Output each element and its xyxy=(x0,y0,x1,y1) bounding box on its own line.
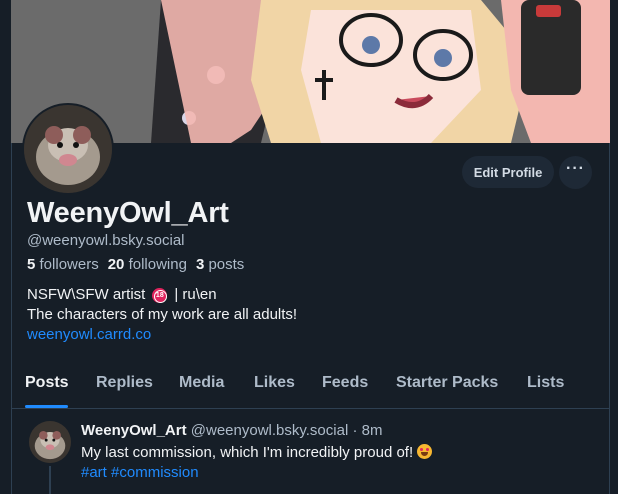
post-author-name[interactable]: WeenyOwl_Art xyxy=(81,422,187,439)
tab-lists[interactable]: Lists xyxy=(527,374,564,392)
profile-avatar[interactable] xyxy=(22,103,114,195)
post-hashtags[interactable]: #art #commission xyxy=(81,463,199,483)
tab-posts[interactable]: Posts xyxy=(25,374,69,392)
profile-handle: @weenyowl.bsky.social xyxy=(27,232,185,249)
column-border-left xyxy=(11,143,12,494)
profile-display-name: WeenyOwl_Art xyxy=(27,197,229,229)
post-author-handle[interactable]: @weenyowl.bsky.social xyxy=(191,422,349,439)
tab-replies[interactable]: Replies xyxy=(96,374,153,392)
posts-count: 3 xyxy=(195,256,205,273)
profile-stats: 5 followers 20 following 3 posts xyxy=(27,256,244,273)
bio-text-part2: | ru\en xyxy=(174,286,217,303)
tab-media[interactable]: Media xyxy=(179,374,224,392)
tabs-divider xyxy=(11,408,610,409)
following-count: 20 xyxy=(107,256,125,273)
edit-profile-label: Edit Profile xyxy=(473,164,543,180)
tab-likes[interactable]: Likes xyxy=(254,374,295,392)
bio-text-line2: The characters of my work are all adults… xyxy=(27,306,298,323)
profile-bio: NSFW\SFW artist 18 | ru\en The character… xyxy=(27,285,297,345)
posts-label: posts xyxy=(208,256,245,273)
profile-page: Edit Profile ··· WeenyOwl_Art @weenyowl.… xyxy=(0,0,618,494)
ellipsis-icon: ··· xyxy=(566,159,585,177)
edit-profile-button[interactable]: Edit Profile xyxy=(462,156,554,188)
followers-count: 5 xyxy=(27,256,36,273)
profile-tabs: Posts Replies Media Likes Feeds Starter … xyxy=(11,368,610,408)
tab-feeds[interactable]: Feeds xyxy=(322,374,368,392)
post-separator: · xyxy=(348,422,362,439)
thread-line xyxy=(49,466,51,494)
no-under-18-label: 18 xyxy=(155,291,164,299)
star-struck-face-icon xyxy=(417,444,433,459)
bio-text-part1: NSFW\SFW artist xyxy=(27,286,146,303)
following-link[interactable]: 20 following xyxy=(108,256,187,273)
following-label: following xyxy=(128,256,187,273)
more-options-button[interactable]: ··· xyxy=(559,156,592,189)
post-body[interactable]: My last commission, which I'm incredibly… xyxy=(81,443,433,463)
post-timestamp[interactable]: 8m xyxy=(362,422,383,439)
bio-website-link[interactable]: weenyowl.carrd.co xyxy=(27,325,297,345)
post-header: WeenyOwl_Art @weenyowl.bsky.social · 8m xyxy=(81,422,382,439)
post-text: My last commission, which I'm incredibly… xyxy=(81,444,414,461)
followers-link[interactable]: 5 followers xyxy=(27,256,99,273)
column-border-right xyxy=(609,143,610,494)
followers-label: followers xyxy=(39,256,99,273)
post-author-avatar[interactable] xyxy=(29,421,71,463)
no-under-18-icon: 18 xyxy=(152,287,168,303)
tab-starter-packs[interactable]: Starter Packs xyxy=(396,374,498,392)
